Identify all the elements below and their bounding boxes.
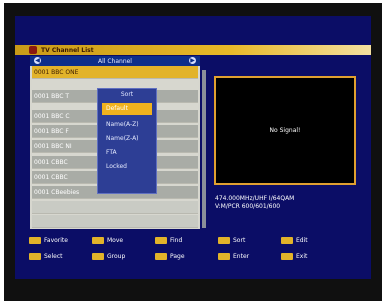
no-signal-message: No Signal! — [269, 127, 301, 134]
sort-option-default[interactable]: Default — [102, 103, 152, 115]
channel-row[interactable]: 0001 BBC ONE — [32, 66, 198, 79]
group-header[interactable]: ◀ All Channel ▶ — [30, 56, 200, 66]
signal-info: 474.000MHz/UHF I/64QAM V:M/PCR 600/601/6… — [215, 195, 365, 211]
scrollbar[interactable] — [202, 70, 206, 228]
footer-label: Sort — [233, 236, 246, 244]
sort-title: Sort — [120, 91, 134, 98]
channel-row-empty — [32, 201, 198, 214]
sort-option-name-a-z[interactable]: Name(A-Z) — [102, 119, 152, 131]
key-icon — [281, 252, 293, 260]
group-title: All Channel — [98, 57, 132, 65]
key-icon — [155, 252, 167, 260]
footer-sort[interactable]: Sort — [218, 236, 281, 244]
footer-label: Enter — [233, 252, 250, 260]
key-icon — [281, 236, 293, 244]
footer-label: Find — [170, 236, 183, 244]
footer-row-2: Select Group Page Enter Exit — [29, 250, 359, 262]
frequency-info: 474.000MHz/UHF I/64QAM — [215, 195, 295, 202]
key-icon — [92, 236, 104, 244]
footer-select[interactable]: Select — [29, 252, 92, 260]
footer-move[interactable]: Move — [92, 236, 155, 244]
window-title: TV Channel List — [41, 46, 94, 54]
key-icon — [92, 252, 104, 260]
key-icon — [218, 236, 230, 244]
footer-favorite[interactable]: Favorite — [29, 236, 92, 244]
footer-edit[interactable]: Edit — [281, 236, 344, 244]
footer-label: Group — [107, 252, 126, 260]
key-icon — [218, 252, 230, 260]
sort-option-fta[interactable]: FTA — [102, 147, 152, 159]
sort-option-locked[interactable]: Locked — [102, 161, 152, 173]
footer-label: Exit — [296, 252, 308, 260]
footer-row-1: Favorite Move Find Sort Edit — [29, 234, 359, 246]
footer-find[interactable]: Find — [155, 236, 218, 244]
sort-popup: Sort Default Name(A-Z) Name(Z-A) FTA Loc… — [97, 88, 157, 194]
pid-info: V:M/PCR 600/601/600 — [215, 203, 281, 210]
chevron-left-icon[interactable]: ◀ — [34, 57, 41, 64]
key-icon — [155, 236, 167, 244]
footer-label: Select — [44, 252, 63, 260]
chevron-right-icon[interactable]: ▶ — [189, 57, 196, 64]
footer-label: Favorite — [44, 236, 68, 244]
key-icon — [29, 236, 41, 244]
footer-page[interactable]: Page — [155, 252, 218, 260]
footer-label: Page — [170, 252, 185, 260]
footer-label: Move — [107, 236, 124, 244]
preview-window: No Signal! — [214, 76, 356, 185]
key-icon — [29, 252, 41, 260]
footer-label: Edit — [296, 236, 308, 244]
footer-enter[interactable]: Enter — [218, 252, 281, 260]
footer-exit[interactable]: Exit — [281, 252, 344, 260]
channel-row-empty — [32, 215, 198, 228]
tv-icon — [29, 46, 37, 54]
sort-option-name-z-a[interactable]: Name(Z-A) — [102, 133, 152, 145]
footer-group[interactable]: Group — [92, 252, 155, 260]
title-area: TV Channel List — [29, 45, 94, 55]
